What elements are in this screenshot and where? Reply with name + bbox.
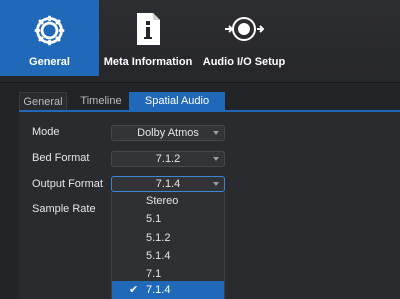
toolbar: General Meta Information Audio I/O Setup xyxy=(0,0,400,83)
info-document-icon xyxy=(137,13,160,45)
tab-spatial-audio[interactable]: Spatial Audio xyxy=(129,92,225,110)
general-toolbar-button[interactable]: General xyxy=(0,0,99,76)
dropdown-option-5-1-4[interactable]: 5.1.4 xyxy=(112,247,224,265)
dropdown-option-label: 7.1.4 xyxy=(146,284,171,296)
mode-label: Mode xyxy=(32,126,60,138)
chevron-down-icon xyxy=(213,182,219,186)
output-format-select[interactable]: 7.1.4 xyxy=(111,176,225,192)
dropdown-option-label: 5.1 xyxy=(146,213,162,225)
dropdown-option-label: 5.1.2 xyxy=(146,232,171,244)
dropdown-option-5-1-2[interactable]: 5.1.2 xyxy=(112,229,224,247)
gear-icon xyxy=(34,15,65,46)
output-format-label: Output Format xyxy=(32,178,103,190)
chevron-down-icon xyxy=(213,131,219,135)
bed-format-label: Bed Format xyxy=(32,152,90,164)
meta-information-toolbar-button[interactable]: Meta Information xyxy=(99,0,197,76)
audio-io-icon xyxy=(225,17,264,41)
output-format-select-value: 7.1.4 xyxy=(155,178,181,190)
chevron-down-icon xyxy=(213,157,219,161)
mode-select[interactable]: Dolby Atmos xyxy=(111,125,225,141)
dropdown-option-label: Stereo xyxy=(146,195,179,207)
audio-io-setup-toolbar-label: Audio I/O Setup xyxy=(202,56,286,68)
sample-rate-label: Sample Rate xyxy=(32,203,96,215)
meta-information-toolbar-label: Meta Information xyxy=(103,56,193,68)
tab-general[interactable]: General xyxy=(19,92,67,110)
tab-timeline[interactable]: Timeline xyxy=(74,92,128,110)
mode-select-value: Dolby Atmos xyxy=(137,127,199,139)
dropdown-option-5-1[interactable]: 5.1 xyxy=(112,210,224,228)
checkmark-icon: ✔ xyxy=(129,284,139,296)
dropdown-option-7-1-4[interactable]: ✔ 7.1.4 xyxy=(112,281,224,299)
general-toolbar-label: General xyxy=(29,56,70,68)
dropdown-option-stereo[interactable]: Stereo xyxy=(112,192,224,210)
bed-format-select-value: 7.1.2 xyxy=(155,153,181,165)
bed-format-select[interactable]: 7.1.2 xyxy=(111,151,225,167)
audio-io-setup-toolbar-button[interactable]: Audio I/O Setup xyxy=(197,0,291,76)
dropdown-option-label: 5.1.4 xyxy=(146,250,171,262)
settings-tab-bar: General Timeline Spatial Audio xyxy=(19,92,400,112)
output-format-dropdown: Stereo 5.1 5.1.2 5.1.4 7.1 ✔ 7.1.4 xyxy=(111,192,225,299)
